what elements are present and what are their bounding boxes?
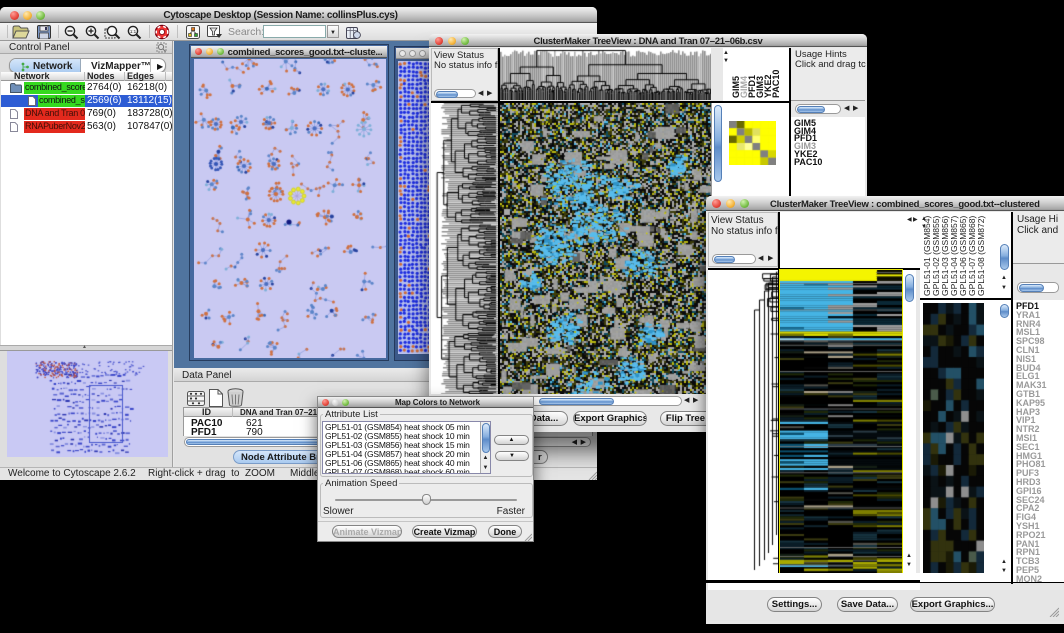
svg-text:1:1: 1:1 bbox=[130, 29, 137, 34]
